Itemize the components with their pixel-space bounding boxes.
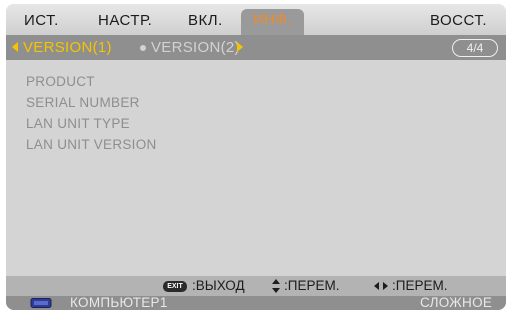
- help-bar: EXIT :ВЫХОД :ПЕРЕМ. :ПЕРЕМ.: [6, 276, 506, 296]
- tab-setup[interactable]: НАСТР.: [98, 10, 152, 35]
- info-label-lan-unit-version: LAN UNIT VERSION: [26, 137, 157, 152]
- info-label-serial-number: SERIAL NUMBER: [26, 95, 140, 110]
- computer-monitor-icon: [30, 298, 52, 308]
- subtab-version-1[interactable]: VERSION(1): [23, 39, 112, 56]
- up-down-arrows-icon: [272, 279, 280, 293]
- help-exit-text: :ВЫХОД: [192, 278, 245, 293]
- info-label-lan-unit-type: LAN UNIT TYPE: [26, 116, 130, 131]
- left-arrow-icon[interactable]: [12, 42, 18, 52]
- exit-icon: EXIT: [163, 281, 187, 292]
- info-content-panel: PRODUCT SERIAL NUMBER LAN UNIT TYPE LAN …: [6, 60, 506, 276]
- info-label-product: PRODUCT: [26, 74, 95, 89]
- page-indicator: 4/4: [452, 39, 498, 57]
- status-bar: КОМПЬЮТЕР1 СЛОЖНОЕ: [6, 295, 506, 310]
- help-move-updown-text: :ПЕРЕМ.: [284, 278, 340, 293]
- input-source-label: КОМПЬЮТЕР1: [70, 295, 168, 310]
- subtab-version-2[interactable]: VERSION(2): [151, 39, 240, 56]
- left-right-arrows-icon: [374, 282, 388, 290]
- separator-dot-icon: [140, 45, 146, 51]
- tab-source[interactable]: ИСТ.: [24, 10, 59, 35]
- right-arrow-icon[interactable]: [237, 42, 243, 52]
- menu-mode-label: СЛОЖНОЕ: [420, 295, 493, 310]
- help-move-leftright-text: :ПЕРЕМ.: [392, 278, 448, 293]
- tab-info[interactable]: ИНФ.: [241, 9, 305, 35]
- projector-osd-menu: ИСТ. НАСТР. ВКЛ. ИНФ. ВОССТ. VERSION(1) …: [6, 4, 506, 310]
- tab-installation[interactable]: ВКЛ.: [188, 10, 223, 35]
- main-tab-bar: ИСТ. НАСТР. ВКЛ. ИНФ. ВОССТ.: [6, 4, 506, 35]
- tab-reset[interactable]: ВОССТ.: [430, 10, 487, 35]
- sub-tab-bar: VERSION(1) VERSION(2) 4/4: [6, 35, 506, 60]
